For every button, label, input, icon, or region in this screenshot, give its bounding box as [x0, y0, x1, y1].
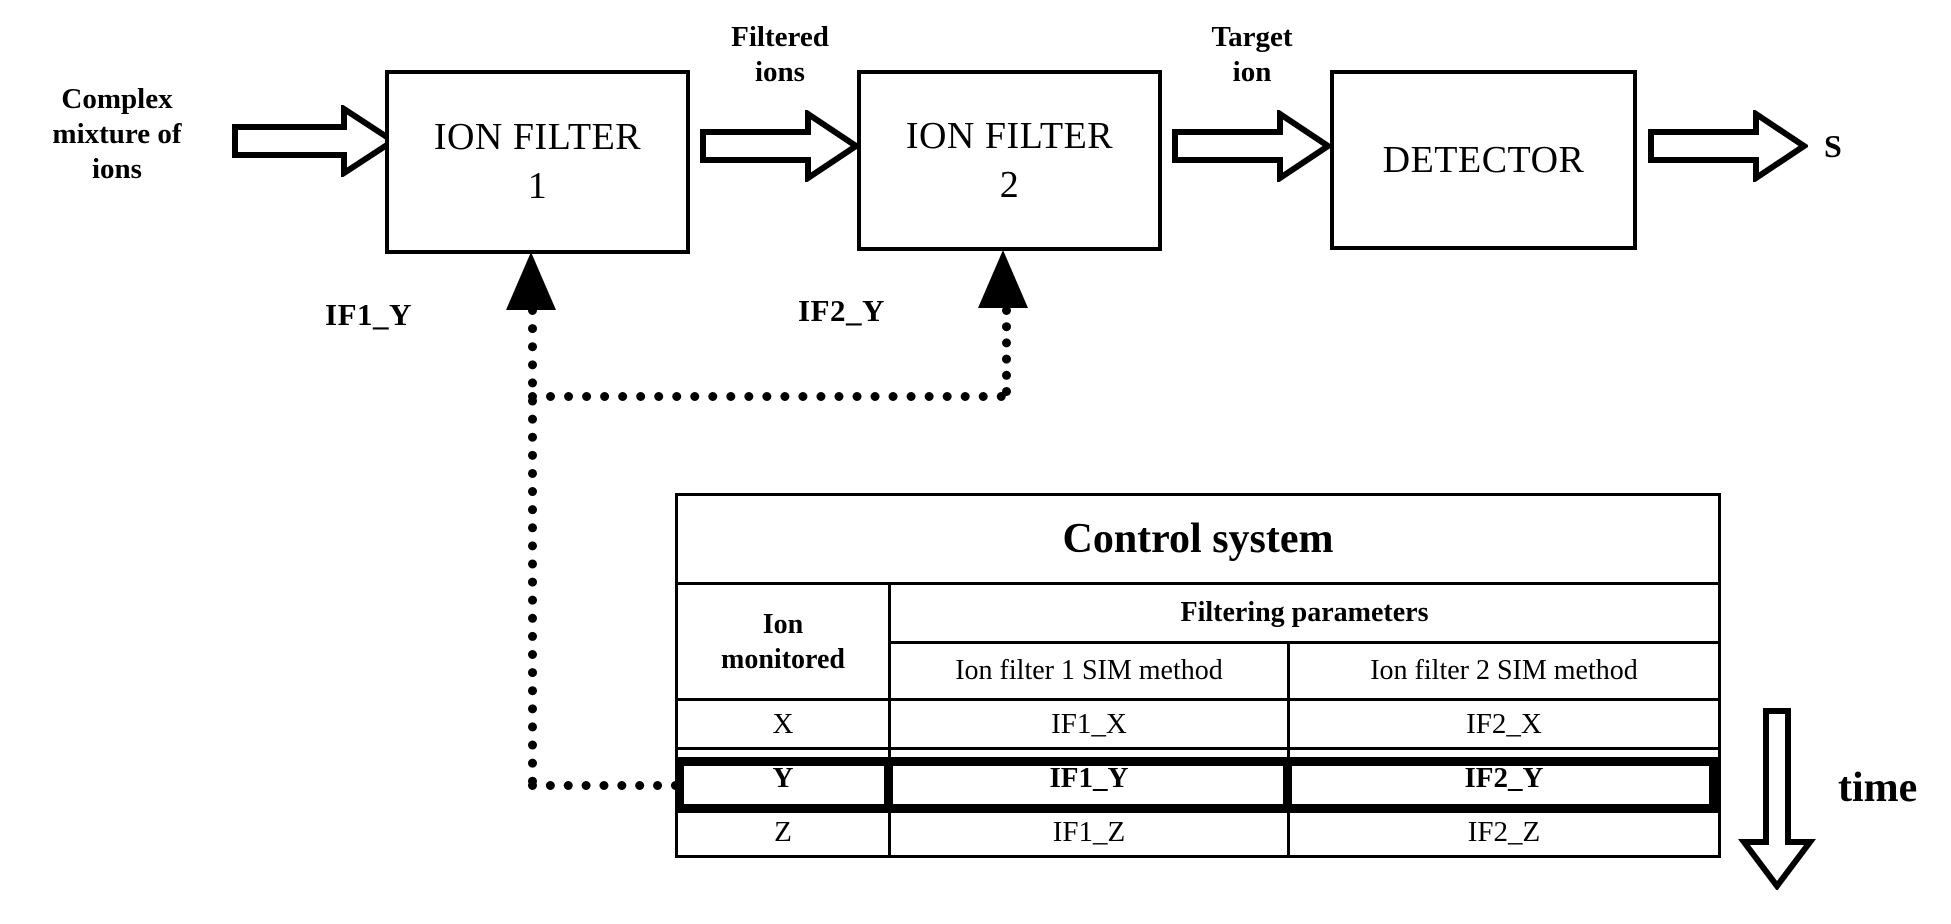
table-group-header-row: Ion monitored Filtering parameters [675, 582, 1721, 701]
row-x-ion: X [675, 698, 891, 750]
row-z-if1: IF1_Z [888, 806, 1290, 858]
output-flow-arrow [1648, 110, 1808, 182]
box-detector[interactable]: DETECTOR [1330, 70, 1637, 250]
row-y-if2: IF2_Y [1287, 747, 1721, 809]
flow-arrow-filter2-to-detector [1172, 110, 1332, 182]
row-y-ion: Y [675, 747, 891, 809]
box-ion-filter-2-line1: ION FILTER [905, 114, 1114, 157]
table-row[interactable]: X IF1_X IF2_X [675, 698, 1721, 750]
table-row[interactable]: Y IF1_Y IF2_Y [675, 747, 1721, 809]
time-label: time [1838, 765, 1918, 811]
column-header-ion-filter-1: Ion filter 1 SIM method [888, 641, 1290, 701]
row-y-if1: IF1_Y [888, 747, 1290, 809]
feedback-line-filter2-vertical [1002, 306, 1011, 396]
filtering-parameters-header: Filtering parameters [888, 582, 1721, 644]
flow-label-target-ion: Target ion [1211, 21, 1293, 88]
feedback-line-horizontal-lower [528, 781, 680, 790]
box-ion-filter-2[interactable]: ION FILTER 2 [857, 70, 1162, 251]
active-row-divider-2 [1283, 757, 1292, 813]
active-row-divider-1 [884, 757, 893, 813]
feedback-line-horizontal-upper [528, 392, 1006, 401]
box-ion-filter-1-line1: ION FILTER [433, 116, 642, 159]
box-ion-filter-2-line2: 2 [999, 163, 1020, 206]
feedback-arrowhead-filter2 [978, 250, 1028, 308]
box-detector-line1: DETECTOR [1382, 138, 1585, 181]
table-title-row: Control system [675, 493, 1721, 585]
ion-monitored-header: Ion monitored [675, 582, 891, 701]
control-system-table[interactable]: Control system Ion monitored Filtering p… [675, 493, 1721, 858]
feedback-label-if2-y: IF2_Y [798, 293, 885, 328]
feedback-line-filter1-vertical [528, 306, 537, 786]
row-x-if1: IF1_X [888, 698, 1290, 750]
column-header-ion-filter-2: Ion filter 2 SIM method [1287, 641, 1721, 701]
box-ion-filter-1[interactable]: ION FILTER 1 [385, 70, 690, 254]
diagram-canvas: Complex mixture of ions ION FILTER 1 Fil… [0, 0, 1951, 924]
flow-arrow-filter1-to-filter2 [700, 110, 860, 182]
input-label: Complex mixture of ions [52, 83, 182, 185]
feedback-arrowhead-filter1 [506, 252, 556, 310]
row-z-ion: Z [675, 806, 891, 858]
control-system-title: Control system [675, 493, 1721, 585]
row-x-if2: IF2_X [1287, 698, 1721, 750]
feedback-label-if1-y: IF1_Y [325, 297, 412, 332]
flow-label-filtered-ions: Filtered ions [731, 21, 829, 88]
box-ion-filter-1-line2: 1 [527, 165, 548, 207]
time-direction-arrow [1738, 708, 1816, 890]
input-flow-arrow [232, 105, 397, 177]
row-z-if2: IF2_Z [1287, 806, 1721, 858]
table-row[interactable]: Z IF1_Z IF2_Z [675, 806, 1721, 858]
output-signal-label: S [1824, 128, 1842, 164]
